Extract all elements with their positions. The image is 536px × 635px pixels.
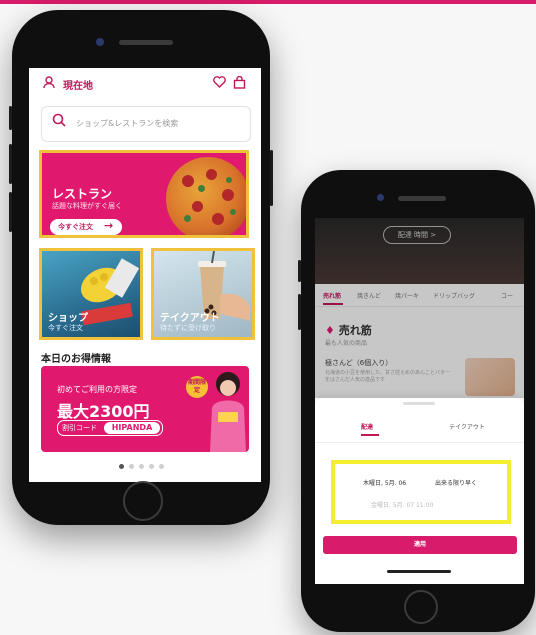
- tab-delivery[interactable]: 配達: [361, 422, 373, 431]
- front-camera: [377, 194, 384, 201]
- carousel-dot[interactable]: [129, 464, 134, 469]
- earpiece-speaker: [398, 196, 446, 201]
- takeout-card[interactable]: テイクアウト 待たずに受け取り: [151, 248, 255, 340]
- sheet-handle[interactable]: [403, 402, 435, 405]
- user-icon[interactable]: [43, 76, 55, 92]
- carousel-dot[interactable]: [119, 464, 124, 469]
- takeout-subtitle: 待たずに受け取り: [160, 324, 216, 332]
- home-indicator: [387, 570, 451, 573]
- top-accent-bar: [0, 0, 536, 4]
- dim-overlay[interactable]: [315, 218, 524, 398]
- restaurant-title: レストラン: [52, 187, 113, 201]
- heart-icon[interactable]: [213, 76, 226, 91]
- search-icon: [52, 113, 66, 131]
- tab-takeout[interactable]: テイクアウト: [449, 422, 485, 431]
- current-location-label[interactable]: 現在地: [63, 77, 93, 92]
- carousel-dot[interactable]: [159, 464, 164, 469]
- shop-card[interactable]: ショップ 今すぐ注文: [39, 248, 143, 340]
- phone-power-button: [270, 150, 273, 206]
- limited-time-badge: 期間限定: [186, 376, 208, 398]
- app-header: 現在地: [29, 68, 261, 98]
- selected-date[interactable]: 木曜日, 5月. 06: [363, 478, 406, 487]
- shop-subtitle: 今すぐ注文: [48, 324, 83, 332]
- restaurant-subtitle: 話題な料理がすぐ届く: [52, 202, 122, 210]
- promo-code: HIPANDA: [104, 422, 160, 434]
- shop-title: ショップ: [48, 313, 88, 324]
- phone-home-screen: 現在地 ショップ&レストランを検索 レストラン 話題な料理がすぐ届く 今すぐ注文…: [9, 10, 273, 525]
- promo-code-label: 割引コード: [62, 424, 97, 432]
- phone-volume-up: [298, 294, 301, 330]
- phone-mute-switch: [9, 106, 12, 130]
- bag-icon[interactable]: [233, 75, 246, 92]
- earpiece-speaker: [119, 40, 173, 45]
- search-input[interactable]: ショップ&レストランを検索: [76, 118, 178, 129]
- delivery-option-sheet: 配達 テイクアウト 木曜日, 5月. 06 出来る限り早く 金曜日, 5月. 0…: [315, 398, 524, 584]
- order-now-button[interactable]: 今すぐ注文 →: [50, 219, 122, 235]
- home-screen: 現在地 ショップ&レストランを検索 レストラン 話題な料理がすぐ届く 今すぐ注文…: [29, 68, 261, 482]
- phone-store-screen: 配達 時間 > 売れ筋 焼きんど 焼パーキ ドリップバッグ コー ♦ 売れ筋 最…: [298, 170, 535, 632]
- home-button[interactable]: [123, 481, 163, 521]
- active-tab-indicator: [361, 434, 379, 436]
- promo-line1: 初めてご利用の方限定: [57, 385, 137, 394]
- search-bar[interactable]: ショップ&レストランを検索: [41, 106, 251, 142]
- order-now-label: 今すぐ注文: [58, 223, 93, 231]
- phone-top-bezel: [12, 10, 270, 68]
- phone-mute-switch: [298, 260, 301, 282]
- restaurant-card[interactable]: レストラン 話題な料理がすぐ届く 今すぐ注文 →: [39, 150, 249, 238]
- apply-button[interactable]: 適用: [323, 536, 517, 554]
- carousel-dot[interactable]: [149, 464, 154, 469]
- promo-line2: 最大2300円: [57, 402, 150, 421]
- arrow-right-icon: →: [104, 219, 114, 232]
- takeout-title: テイクアウト: [160, 313, 220, 324]
- deals-heading: 本日のお得情報: [41, 354, 111, 365]
- promo-banner[interactable]: 初めてご利用の方限定 最大2300円 割引コード HIPANDA 期間限定: [41, 366, 249, 452]
- carousel-dot[interactable]: [139, 464, 144, 469]
- phone-volume-up: [9, 144, 12, 184]
- carousel-dots: [119, 464, 171, 470]
- selected-time-option[interactable]: 出来る限り早く: [435, 478, 477, 487]
- pizza-image: [166, 157, 246, 235]
- sheet-divider: [315, 442, 524, 443]
- alternate-time[interactable]: 金曜日, 5月. 07 11:00: [371, 500, 433, 509]
- time-picker[interactable]: 木曜日, 5月. 06 出来る限り早く 金曜日, 5月. 07 11:00: [331, 460, 511, 524]
- phone-volume-down: [9, 192, 12, 232]
- front-camera: [96, 38, 104, 46]
- mascot-person-image: [210, 372, 246, 452]
- store-screen: 配達 時間 > 売れ筋 焼きんど 焼パーキ ドリップバッグ コー ♦ 売れ筋 最…: [315, 218, 524, 584]
- promo-code-pill: 割引コード HIPANDA: [57, 420, 163, 436]
- home-button[interactable]: [404, 590, 438, 624]
